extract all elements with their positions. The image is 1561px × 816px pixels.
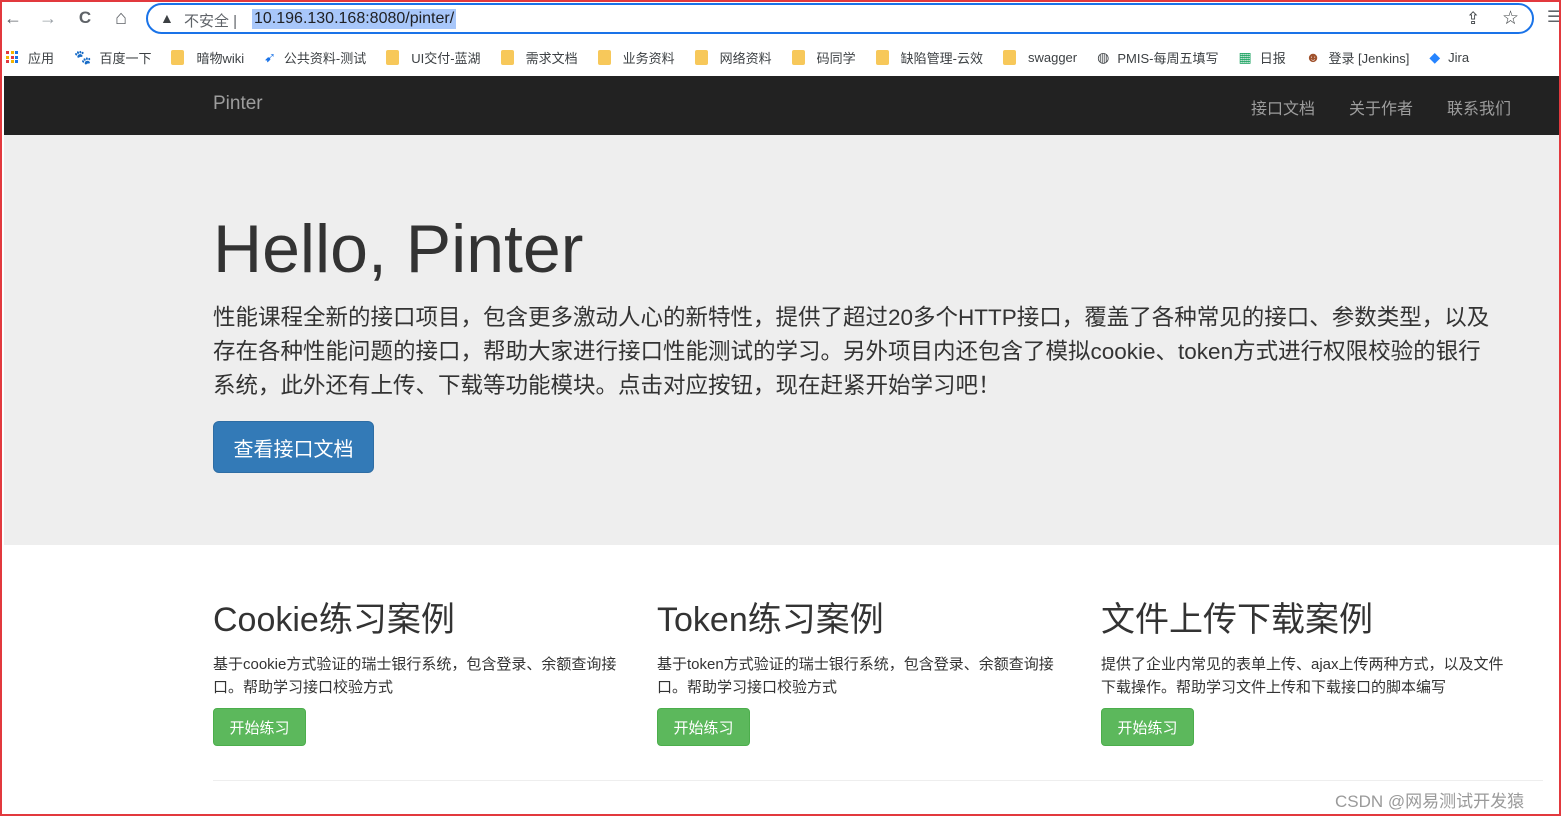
feature-description: 提供了企业内常见的表单上传、ajax上传两种方式，以及文件下载操作。帮助学习文件… xyxy=(1101,656,1504,696)
hero-description: 性能课程全新的接口项目，包含更多激动人心的新特性，提供了超过20多个HTTP接口… xyxy=(213,305,1490,398)
view-api-docs-button[interactable]: 查看接口文档 xyxy=(213,421,374,473)
bookmark-baidu[interactable]: 🐾 百度一下 xyxy=(74,48,151,67)
bookmark-swagger[interactable]: swagger xyxy=(1002,49,1078,65)
home-icon[interactable]: ⌂ xyxy=(110,7,132,29)
feature-title: 文件上传下载案例 xyxy=(1101,601,1373,639)
bookmark-label: 业务资料 xyxy=(622,50,675,66)
jenkins-icon: ☻ xyxy=(1305,49,1321,65)
bookmark-label: PMIS-每周五填写 xyxy=(1117,50,1219,66)
insecure-label[interactable]: 不安全 | xyxy=(184,10,237,31)
back-icon[interactable]: ← xyxy=(2,7,24,29)
share-icon[interactable]: ⇪ xyxy=(1466,9,1480,29)
bookmark-network[interactable]: 网络资料 xyxy=(694,48,772,67)
bookmark-jira[interactable]: ◆ Jira xyxy=(1429,50,1469,65)
feature-cookie: Cookie练习案例 基于cookie方式验证的瑞士银行系统，包含登录、余额查询… xyxy=(213,597,618,746)
feature-description: 基于cookie方式验证的瑞士银行系统，包含登录、余额查询接口。帮助学习接口校验… xyxy=(213,656,617,696)
csdn-watermark: CSDN @网易测试开发猿 xyxy=(1335,792,1525,811)
site-navbar: Pinter 接口文档 关于作者 联系我们 xyxy=(4,76,1560,135)
feature-title: Cookie练习案例 xyxy=(213,601,455,639)
bookmark-label: 需求文档 xyxy=(525,50,578,66)
folder-icon xyxy=(1002,49,1016,65)
bookmarks-bar: 应用 🐾 百度一下 暗物wiki ➹ 公共资料-测试 UI交付-蓝湖 需求文档 … xyxy=(0,38,1561,76)
bookmark-defects[interactable]: 缺陷管理-云效 xyxy=(875,48,983,67)
jumbotron: Hello, Pinter 性能课程全新的接口项目，包含更多激动人心的新特性，提… xyxy=(4,135,1560,545)
bookmark-label: 日报 xyxy=(1259,50,1286,66)
start-practice-button[interactable]: 开始练习 xyxy=(213,708,306,746)
bookmark-label: swagger xyxy=(1027,49,1078,65)
folder-icon xyxy=(875,49,889,65)
bookmark-pmis[interactable]: ◍ PMIS-每周五填写 xyxy=(1097,48,1218,67)
warning-icon[interactable]: ▲ xyxy=(160,10,174,26)
bookmark-label: 码同学 xyxy=(816,50,856,66)
reload-icon[interactable]: C xyxy=(74,7,96,29)
bookmark-label: UI交付-蓝湖 xyxy=(411,50,481,66)
bookmark-jenkins[interactable]: ☻ 登录 [Jenkins] xyxy=(1306,48,1410,67)
bookmark-star-icon[interactable]: ☆ xyxy=(1502,7,1519,30)
folder-icon xyxy=(171,49,185,65)
url-text[interactable]: 10.196.130.168:8080/pinter/ xyxy=(252,9,457,29)
feature-title: Token练习案例 xyxy=(657,601,884,639)
menu-icon[interactable]: ☰ xyxy=(1547,7,1561,27)
nav-link-api-docs[interactable]: 接口文档 xyxy=(1251,95,1315,119)
folder-icon xyxy=(791,49,805,65)
feature-token: Token练习案例 基于token方式验证的瑞士银行系统，包含登录、余额查询接口… xyxy=(657,597,1062,746)
start-practice-button[interactable]: 开始练习 xyxy=(1101,708,1194,746)
folder-icon xyxy=(500,49,514,65)
globe-icon: ◍ xyxy=(1097,49,1110,65)
bookmark-daily[interactable]: ▦ 日报 xyxy=(1238,48,1285,67)
bookmark-anwu-wiki[interactable]: 暗物wiki xyxy=(171,48,244,67)
bookmark-business[interactable]: 业务资料 xyxy=(597,48,675,67)
hero-title: Hello, Pinter xyxy=(213,211,584,287)
nav-link-about-author[interactable]: 关于作者 xyxy=(1349,95,1413,119)
bookmark-ui-lanhu[interactable]: UI交付-蓝湖 xyxy=(386,48,481,67)
section-divider xyxy=(213,780,1543,781)
bookmark-label: 应用 xyxy=(28,50,55,66)
bookmark-label: 百度一下 xyxy=(99,50,152,66)
bookmark-apps[interactable]: 应用 xyxy=(6,48,54,67)
paw-icon: 🐾 xyxy=(74,49,92,65)
bookmark-label: 暗物wiki xyxy=(196,50,245,66)
start-practice-button[interactable]: 开始练习 xyxy=(657,708,750,746)
bookmark-label: 公共资料-测试 xyxy=(283,50,367,66)
nav-link-contact[interactable]: 联系我们 xyxy=(1447,95,1511,119)
bookmark-label: 网络资料 xyxy=(719,50,772,66)
folder-icon xyxy=(694,49,708,65)
apps-icon xyxy=(6,51,18,63)
feather-icon: ➹ xyxy=(264,49,276,65)
feature-description: 基于token方式验证的瑞士银行系统，包含登录、余额查询接口。帮助学习接口校验方… xyxy=(657,656,1054,696)
sheet-icon: ▦ xyxy=(1238,49,1252,65)
bookmark-matongxue[interactable]: 码同学 xyxy=(791,48,856,67)
bookmark-public-test[interactable]: ➹ 公共资料-测试 xyxy=(264,48,366,67)
folder-icon xyxy=(597,49,611,65)
navbar-brand[interactable]: Pinter xyxy=(213,93,263,115)
folder-icon xyxy=(386,49,400,65)
bookmark-label: Jira xyxy=(1448,49,1470,65)
bookmark-requirements[interactable]: 需求文档 xyxy=(500,48,578,67)
browser-toolbar: ← → C ⌂ ▲ 不安全 | 10.196.130.168:8080/pint… xyxy=(0,0,1561,38)
bookmark-label: 缺陷管理-云效 xyxy=(900,50,983,66)
bookmark-label: 登录 [Jenkins] xyxy=(1328,50,1410,66)
jira-icon: ◆ xyxy=(1429,49,1441,65)
address-bar[interactable]: ▲ 不安全 | 10.196.130.168:8080/pinter/ ⇪ ☆ xyxy=(146,3,1534,34)
forward-icon[interactable]: → xyxy=(37,7,59,29)
feature-file-upload-download: 文件上传下载案例 提供了企业内常见的表单上传、ajax上传两种方式，以及文件下载… xyxy=(1101,597,1511,746)
